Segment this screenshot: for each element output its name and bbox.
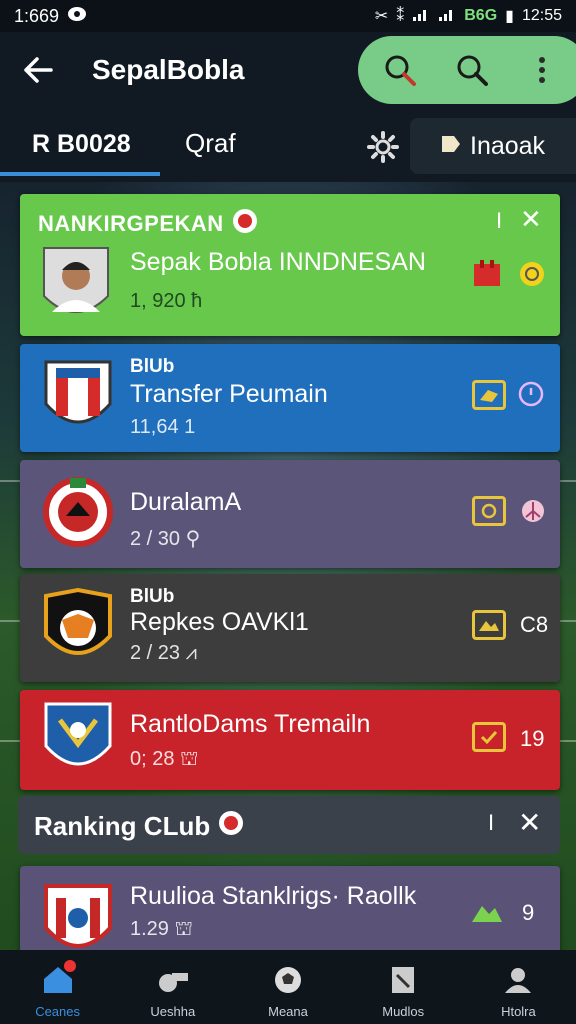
- search-icon-2[interactable]: [452, 50, 492, 90]
- club-crest: [42, 358, 114, 440]
- club-card[interactable]: DuralamA 2 / 30 ⚲: [20, 460, 560, 568]
- nav-label: Ueshha: [150, 1004, 196, 1019]
- badge-icon: [232, 208, 258, 240]
- rank-value: 19: [520, 726, 545, 751]
- nav-label: Ceanes: [35, 1004, 80, 1019]
- tab-inaoak-label: Inaoak: [470, 131, 546, 160]
- rank-value: 9: [522, 900, 535, 925]
- tag-icon: [440, 132, 462, 161]
- divider: I: [496, 208, 503, 233]
- card-meta: 1.29 ⛫: [130, 918, 193, 940]
- card-title: Ruulioa Stanklrigs· Raollk: [130, 882, 417, 910]
- club-card[interactable]: RantloDams Tremailn 0; 28 ⛫ 19: [20, 690, 560, 790]
- club-crest: [42, 587, 114, 670]
- nav-home[interactable]: Ceanes: [0, 950, 115, 1024]
- signal-icon-2: [438, 6, 456, 27]
- peace-icon[interactable]: [520, 498, 546, 529]
- status-time: 1:669: [14, 5, 60, 26]
- badge-icon: [218, 810, 244, 843]
- chat-icon[interactable]: [472, 496, 506, 526]
- transfer-card[interactable]: BlUb Transfer Peumain 11,64 1: [20, 344, 560, 452]
- action-pill: [358, 36, 576, 104]
- card-kicker: BlUb: [130, 586, 175, 607]
- back-arrow-icon[interactable]: [18, 50, 58, 90]
- section-title-label: Ranking CLub: [34, 811, 211, 841]
- bluetooth-icon: ⁑: [396, 8, 405, 25]
- card-title: Transfer Peumain: [130, 380, 328, 408]
- rank-value: C8: [520, 612, 549, 637]
- divider: I: [488, 810, 495, 835]
- tab-bar: R B0028 Qraf Inaoak: [0, 108, 576, 182]
- close-icon[interactable]: ✕: [520, 204, 542, 235]
- app-title: SepalBobla: [92, 54, 245, 85]
- battery-text: B6G: [464, 7, 498, 24]
- calendar-icon: [472, 260, 502, 293]
- card-title: Repkes OAVKl1: [130, 608, 309, 636]
- gear-icon[interactable]: [362, 126, 404, 168]
- boot-icon[interactable]: [472, 380, 506, 410]
- coin-icon: [518, 260, 546, 293]
- card-header-label: NANKIRGPEKAN: [38, 211, 224, 236]
- tab-r-b0028[interactable]: R B0028: [32, 130, 131, 159]
- whistle-icon: [153, 962, 193, 998]
- player-avatar: [40, 244, 112, 326]
- card-meta: 11,64 1: [130, 416, 196, 438]
- club-crest: [42, 700, 114, 782]
- player-meta: 1, 920 ħ: [130, 290, 203, 312]
- nav-ball[interactable]: Meana: [230, 950, 345, 1024]
- status-clock: 12:55: [521, 7, 562, 24]
- bottom-navigation: Ceanes Ueshha Meana Mudlos Htolra: [0, 950, 576, 1024]
- signal-icon: [412, 6, 430, 27]
- nav-label: Htolra: [501, 1004, 536, 1019]
- club-crest: [42, 472, 114, 554]
- club-card[interactable]: BlUb Repkes OAVKl1 2 / 23 ⩘ C8: [20, 574, 560, 682]
- mountain-icon[interactable]: [472, 610, 506, 640]
- player-name: Sepak Bobla INNDNESAN: [130, 248, 426, 276]
- notification-badge: [64, 960, 76, 972]
- more-vert-icon[interactable]: [522, 50, 562, 90]
- battery-icon: ▮: [505, 8, 514, 25]
- status-bar: 1:669 ✂ ⁑ B6G ▮ 12:55: [0, 0, 576, 32]
- tab-qraf[interactable]: Qraf: [185, 128, 236, 159]
- notification-icon: [67, 6, 87, 27]
- active-tab-indicator: [0, 172, 160, 176]
- ranking-item-card[interactable]: Ruulioa Stanklrigs· Raollk 1.29 ⛫ 9: [20, 866, 560, 962]
- card-title: RantloDams Tremailn: [130, 710, 371, 738]
- tab-inaoak[interactable]: Inaoak: [410, 118, 576, 174]
- ranking-club-section-header: Ranking CLub I ✕: [18, 796, 560, 854]
- card-kicker: BlUb: [130, 356, 175, 377]
- nav-profile[interactable]: Htolra: [461, 950, 576, 1024]
- soccer-ball-icon: [268, 962, 308, 998]
- settings-status-icon: ✂: [374, 8, 389, 25]
- clock-icon[interactable]: [518, 380, 544, 413]
- card-header: NANKIRGPEKAN: [38, 208, 258, 240]
- featured-player-card[interactable]: NANKIRGPEKAN I ✕ Sepak Bobla INNDNESAN 1…: [20, 194, 560, 336]
- search-icon[interactable]: [380, 50, 420, 90]
- nav-label: Meana: [268, 1004, 308, 1019]
- document-icon: [383, 962, 423, 998]
- card-meta: 2 / 30 ⚲: [130, 528, 201, 550]
- mountain-icon[interactable]: [470, 900, 504, 929]
- card-meta: 2 / 23 ⩘: [130, 642, 197, 664]
- section-title: Ranking CLub: [34, 810, 244, 843]
- nav-label: Mudlos: [382, 1004, 425, 1019]
- group-icon: [498, 962, 538, 998]
- card-title: DuralamA: [130, 488, 242, 516]
- nav-whistle[interactable]: Ueshha: [115, 950, 230, 1024]
- check-icon[interactable]: [472, 722, 506, 752]
- nav-docs[interactable]: Mudlos: [346, 950, 461, 1024]
- card-meta: 0; 28 ⛫: [130, 748, 199, 770]
- app-bar: SepalBobla: [0, 32, 576, 108]
- close-icon[interactable]: ✕: [518, 806, 541, 839]
